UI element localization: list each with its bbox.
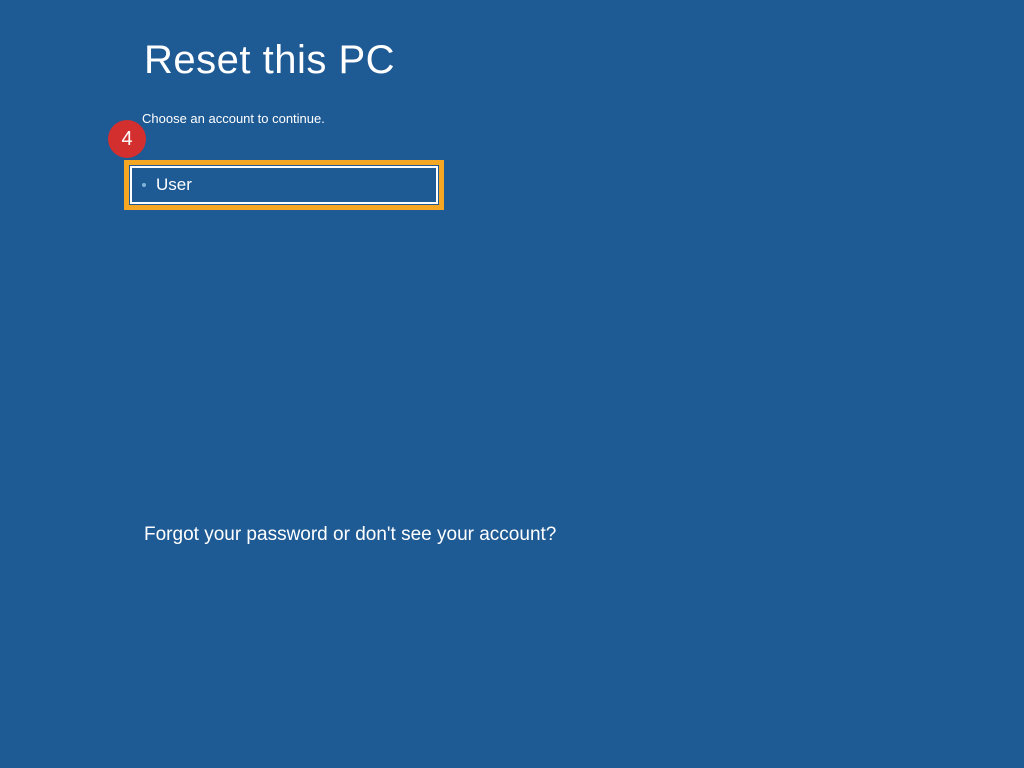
step-number: 4	[121, 128, 132, 151]
page-subtitle: Choose an account to continue.	[142, 111, 1024, 126]
forgot-password-link[interactable]: Forgot your password or don't see your a…	[144, 524, 556, 546]
account-list: User	[130, 166, 1024, 204]
account-label: User	[156, 175, 192, 195]
bullet-icon	[142, 183, 146, 187]
page-title: Reset this PC	[144, 38, 1024, 83]
step-badge: 4	[108, 120, 146, 158]
account-item-user[interactable]: User	[130, 166, 438, 204]
